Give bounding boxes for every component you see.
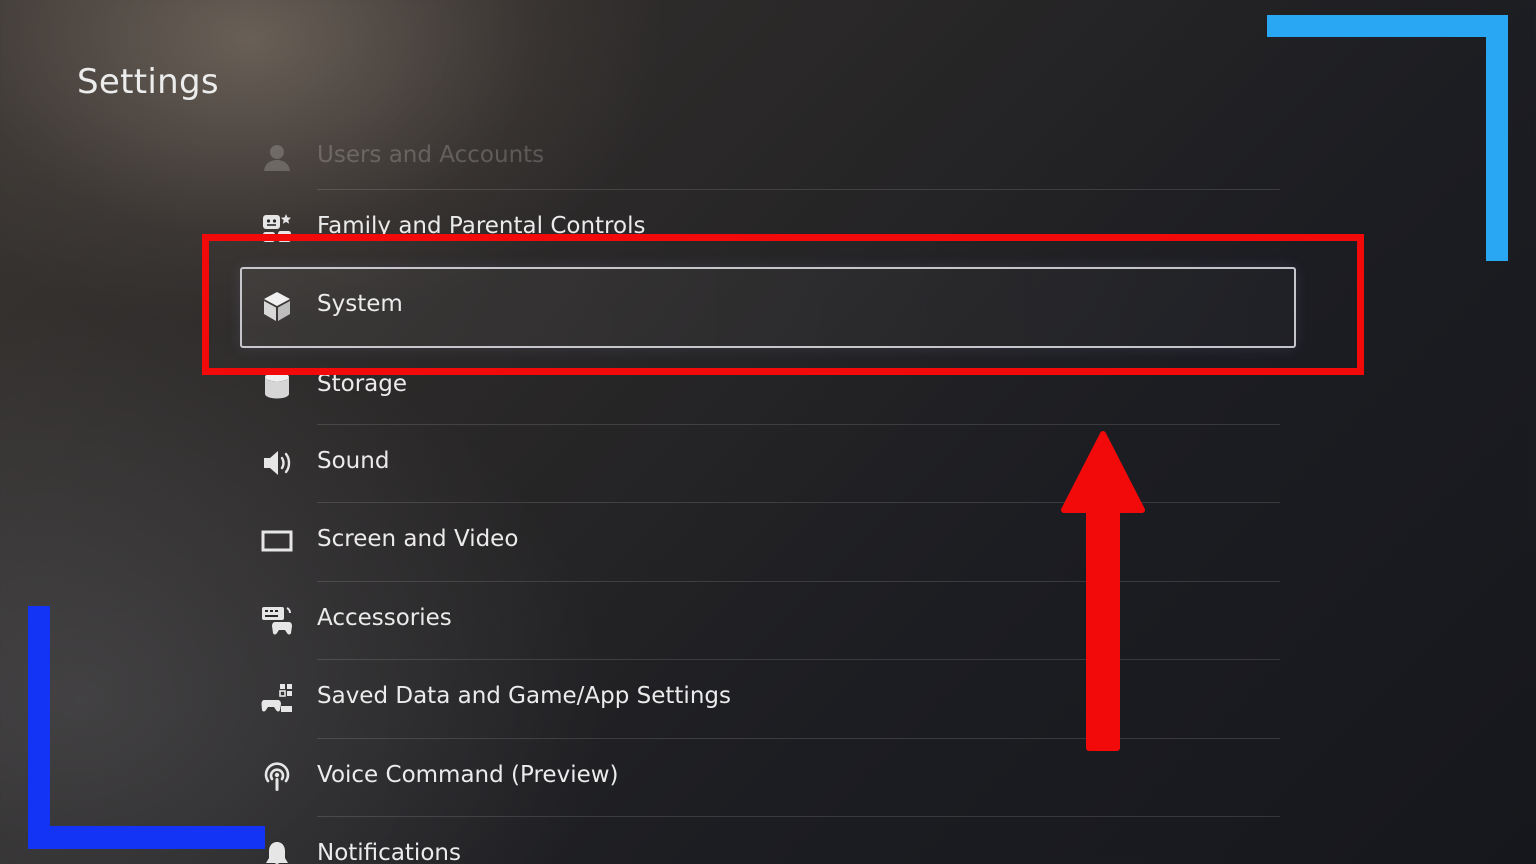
red-highlight-box [202,234,1364,375]
users-icon [260,141,294,173]
blue-corner-bracket-bottom-left [28,606,50,849]
red-arrow-up-icon [1061,431,1145,751]
blue-corner-bracket-top-right-vertical [1486,15,1508,261]
menu-item-label: Saved Data and Game/App Settings [317,683,731,709]
menu-item-label: Notifications [317,840,461,864]
menu-item-label: Users and Accounts [317,142,545,168]
voice-command-icon [260,761,294,793]
menu-item-label: Voice Command (Preview) [317,762,619,788]
menu-item-label: Sound [317,448,390,474]
speaker-icon [260,447,294,479]
menu-item-notifications[interactable]: Notifications [240,816,1296,864]
accessories-icon [260,604,294,636]
menu-item-users-and-accounts[interactable]: Users and Accounts [240,118,1296,196]
menu-item-label: Accessories [317,605,452,631]
screen-icon [260,525,294,557]
bell-icon [260,839,294,864]
settings-menu: Users and Accounts Family and Parental C… [0,0,1536,864]
menu-item-label: Screen and Video [317,526,519,552]
saved-data-icon [260,682,294,714]
blue-corner-bracket-top-right [1267,15,1508,37]
blue-corner-bracket-bottom-left-horizontal [28,826,265,849]
